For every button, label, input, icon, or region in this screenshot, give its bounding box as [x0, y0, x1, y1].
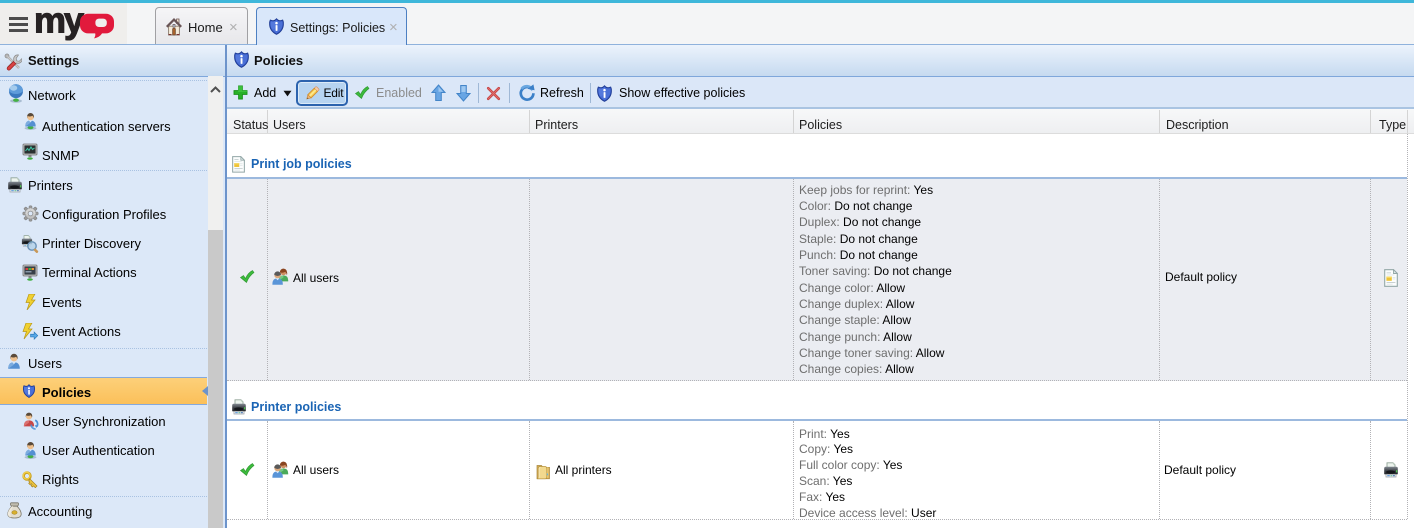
svg-text:my: my [34, 5, 84, 41]
